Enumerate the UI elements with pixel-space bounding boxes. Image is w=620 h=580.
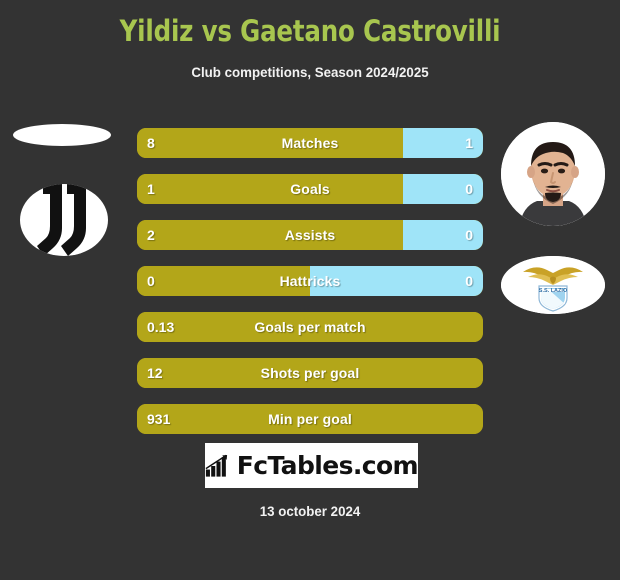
stat-label-goals-per-match: Goals per match: [254, 319, 366, 335]
stat-label-matches: Matches: [281, 135, 339, 151]
footer-date: 13 october 2024: [259, 503, 361, 519]
stat-row-assists: 2 Assists 0: [137, 220, 483, 250]
player-photo: [501, 122, 605, 226]
fctables-brand-text: FcTables.com: [236, 451, 419, 480]
stat-row-goals: 1 Goals 0: [137, 174, 483, 204]
stat-label-shots-per-goal: Shots per goal: [260, 365, 360, 381]
lazio-logo-icon: S.S. LAZIO: [501, 256, 605, 314]
stat-row-shots-per-goal: 12 Shots per goal: [137, 358, 483, 388]
juventus-logo-icon: [37, 184, 86, 256]
stat-label-min-per-goal: Min per goal: [268, 411, 352, 427]
stat-label-hattricks: Hattricks: [279, 273, 341, 289]
stats-comparison-page: Yildiz vs Gaetano Castrovilli Club compe…: [0, 0, 620, 580]
stat-row-goals-per-match: 0.13 Goals per match: [137, 312, 483, 342]
stat-row-hattricks: 0 Hattricks 0: [137, 266, 483, 296]
fctables-brand-logo[interactable]: FcTables.com: [205, 443, 419, 488]
page-title: Yildiz vs Gaetano Castrovilli: [119, 14, 501, 48]
stats-bar-list: 8 Matches 1 1 Goals 0 2 Assists 0 0 Hatt…: [137, 128, 483, 450]
juventus-crest: [20, 184, 108, 256]
svg-text:S.S. LAZIO: S.S. LAZIO: [539, 288, 568, 294]
stat-label-assists: Assists: [284, 227, 336, 243]
stat-label-goals: Goals: [290, 181, 330, 197]
page-subtitle: Club competitions, Season 2024/2025: [191, 64, 429, 80]
stat-row-matches: 8 Matches 1: [137, 128, 483, 158]
juventus-crest-top-ellipse: [13, 124, 111, 146]
player-portrait-icon: [501, 122, 605, 226]
lazio-crest: S.S. LAZIO: [501, 256, 605, 314]
bar-chart-growth-icon: [205, 454, 228, 477]
stat-row-min-per-goal: 931 Min per goal: [137, 404, 483, 434]
